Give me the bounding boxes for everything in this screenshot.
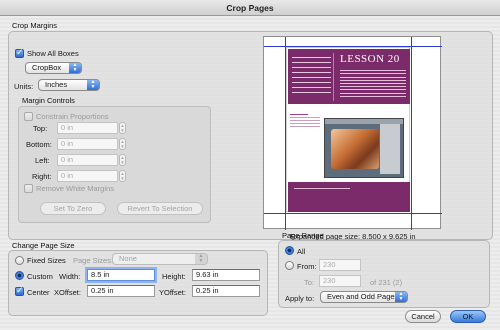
page-range-title: Page Range [282,231,324,240]
box-type-select[interactable]: CropBox ▲ ▼ [25,62,82,74]
right-margin-field[interactable]: 0 in [57,170,118,182]
width-field[interactable]: 8.5 in [87,269,155,281]
cancel-button[interactable]: Cancel [405,310,441,323]
show-all-boxes-checkbox[interactable] [15,47,24,58]
thumbnail-sidebar [290,53,334,101]
window-title: Crop Pages [0,0,500,16]
chevron-updown-icon: ▲ ▼ [87,80,99,90]
yoffset-label: YOffset: [159,288,186,297]
change-page-size-title: Change Page Size [12,241,75,250]
all-pages-radio[interactable] [285,246,294,255]
crop-line-bottom [264,213,442,214]
crop-margins-title: Crop Margins [12,21,58,30]
top-margin-field[interactable]: 0 in [57,122,118,134]
yoffset-field[interactable]: 0.25 in [192,285,260,297]
thumbnail-note [290,112,320,129]
chevron-updown-icon: ▲ ▼ [395,292,407,302]
thumbnail-screenshot-image [324,118,404,178]
all-pages-label: All [297,247,306,256]
page-sizes-value: None [119,254,137,263]
set-to-zero-button[interactable]: Set To Zero [40,202,106,215]
thumbnail-text-lines [340,68,406,99]
page-sizes-select[interactable]: None ▲ ▼ [112,253,208,265]
fixed-sizes-label: Fixed Sizes [27,256,66,265]
left-margin-stepper[interactable]: ▲ ▼ [119,154,126,166]
crop-pages-dialog: Crop Margins Show All Boxes CropBox ▲▼ U… [0,16,500,330]
remove-white-margins-checkbox[interactable] [24,184,33,193]
thumbnail-lesson-title: LESSON 20 [340,53,400,65]
page-thumbnail: LESSON 20 [286,47,410,212]
center-label: Center [27,288,50,297]
constrain-proportions-checkbox[interactable] [24,112,33,121]
bottom-margin-stepper[interactable]: ▲ ▼ [119,138,126,150]
left-label: Left: [35,156,50,165]
xoffset-label: XOffset: [54,288,81,297]
top-label: Top: [33,124,48,133]
fixed-sizes-radio[interactable] [15,256,24,265]
top-margin-stepper[interactable]: ▲ ▼ [119,122,126,134]
right-label: Right: [32,172,52,181]
xoffset-field[interactable]: 0.25 in [87,285,155,297]
remove-white-margins-label: Remove White Margins [36,184,114,193]
from-range-radio[interactable] [285,261,294,270]
revert-to-selection-button[interactable]: Revert To Selection [117,202,203,215]
margin-controls-title: Margin Controls [22,96,75,105]
bottom-label: Bottom: [26,140,52,149]
units-label: Units: [14,82,34,91]
apply-to-select[interactable]: Even and Odd Pages ▲ ▼ [320,291,408,303]
ok-button[interactable]: OK [450,310,486,323]
height-label: Height: [162,272,186,281]
page-count-label: of 231 (2) [370,278,403,287]
height-field[interactable]: 9.63 in [192,269,260,281]
page-sizes-label: Page Sizes: [73,256,114,265]
from-page-field[interactable]: 230 [319,259,361,271]
constrain-proportions-label: Constrain Proportions [36,112,109,121]
units-select[interactable]: Inches ▲ ▼ [38,79,100,91]
to-page-field[interactable]: 230 [319,275,361,287]
thumbnail-header: LESSON 20 [288,49,410,104]
custom-label: Custom [27,272,53,281]
page-preview: LESSON 20 [263,36,442,230]
thumbnail-footer [288,182,410,212]
apply-to-value: Even and Odd Pages [327,292,399,301]
units-value: Inches [45,80,68,89]
right-margin-stepper[interactable]: ▲ ▼ [119,170,126,182]
apply-to-label: Apply to: [285,294,315,303]
crop-line-right [411,37,412,230]
to-label: To: [304,278,315,287]
box-type-value: CropBox [32,63,62,72]
crop-line-top [264,46,442,47]
crop-line-left [285,37,286,230]
left-margin-field[interactable]: 0 in [57,154,118,166]
center-checkbox[interactable] [15,285,24,296]
show-all-boxes-label: Show All Boxes [27,49,79,58]
bottom-margin-field[interactable]: 0 in [57,138,118,150]
from-label: From: [297,262,317,271]
chevron-updown-icon: ▲ ▼ [69,63,81,73]
width-label: Width: [59,272,81,281]
chevron-updown-icon: ▲ ▼ [195,254,207,264]
custom-size-radio[interactable] [15,271,24,280]
